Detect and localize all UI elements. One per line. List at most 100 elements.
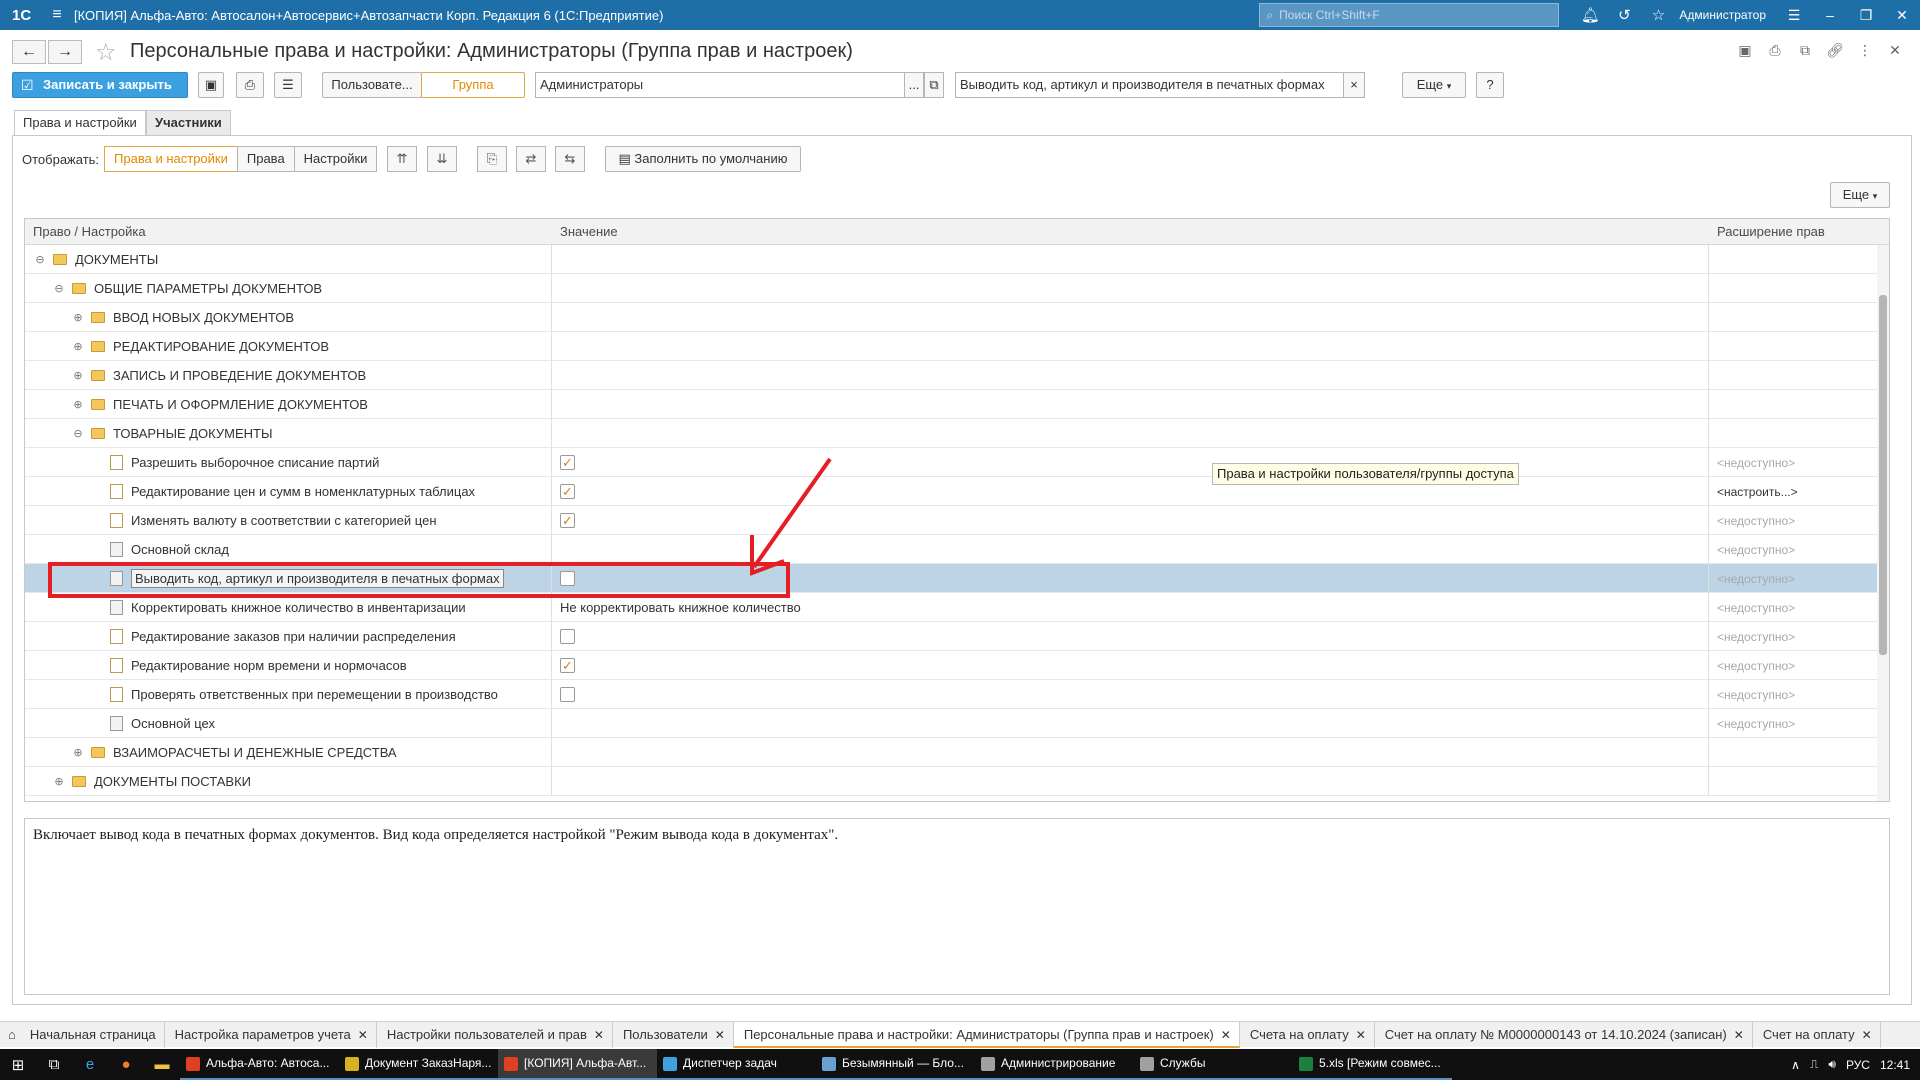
cell-value[interactable] — [552, 419, 1709, 448]
menu-icon[interactable]: ≡ — [40, 6, 74, 24]
taskbar-app[interactable]: Администрирование — [975, 1049, 1134, 1080]
cell-extension[interactable]: <недоступно> — [1709, 535, 1877, 564]
window-tab[interactable]: Счета на оплату ✕ — [1240, 1021, 1375, 1048]
table-row[interactable]: ⊖ ДОКУМЕНТЫ — [25, 245, 1877, 274]
filter-rights[interactable]: Права — [236, 146, 295, 172]
cell-name[interactable]: ⊕ ВВОД НОВЫХ ДОКУМЕНТОВ — [25, 303, 552, 332]
forward-arrow-icon[interactable]: → — [48, 40, 82, 64]
cell-name[interactable]: Проверять ответственных при перемещении … — [25, 680, 552, 709]
tab-participants[interactable]: Участники — [146, 110, 231, 136]
cell-value[interactable] — [552, 245, 1709, 274]
cell-extension[interactable] — [1709, 419, 1877, 448]
preview-icon[interactable]: ⧉ — [1790, 42, 1820, 59]
cell-value[interactable] — [552, 274, 1709, 303]
cell-name[interactable]: ⊖ ТОВАРНЫЕ ДОКУМЕНТЫ — [25, 419, 552, 448]
more-button[interactable]: Еще ▾ — [1402, 72, 1466, 98]
clock[interactable]: 12:41 — [1880, 1058, 1910, 1072]
cell-value[interactable] — [552, 361, 1709, 390]
save-close-button[interactable]: ☑ Записать и закрыть — [12, 72, 188, 98]
table-row[interactable]: ⊖ ТОВАРНЫЕ ДОКУМЕНТЫ — [25, 419, 1877, 448]
cell-value[interactable] — [552, 303, 1709, 332]
cell-extension[interactable] — [1709, 738, 1877, 767]
copy-button[interactable]: ⎘ — [477, 146, 507, 172]
cell-value[interactable] — [552, 738, 1709, 767]
cell-extension[interactable]: <недоступно> — [1709, 709, 1877, 738]
firefox-icon[interactable]: ● — [108, 1056, 144, 1073]
help-button[interactable]: ? — [1476, 72, 1504, 98]
start-icon[interactable]: ⊞ — [0, 1056, 36, 1074]
table-row[interactable]: ⊖ ОБЩИЕ ПАРАМЕТРЫ ДОКУМЕНТОВ — [25, 274, 1877, 303]
rights-search-field[interactable]: Выводить код, артикул и производителя в … — [955, 72, 1353, 98]
cell-extension[interactable]: <недоступно> — [1709, 622, 1877, 651]
cell-extension[interactable] — [1709, 274, 1877, 303]
cell-value[interactable] — [552, 709, 1709, 738]
cell-name[interactable]: ⊖ ДОКУМЕНТЫ — [25, 245, 552, 274]
fill-default-button[interactable]: ▤ Заполнить по умолчанию — [605, 146, 801, 172]
expand-icon[interactable]: ⊕ — [52, 775, 66, 788]
filter-settings[interactable]: Настройки — [293, 146, 378, 172]
table-row[interactable]: Редактирование норм времени и нормочасов… — [25, 651, 1877, 680]
expand-icon[interactable]: ⊕ — [71, 746, 85, 759]
close-tab-icon[interactable]: ✕ — [715, 1028, 725, 1042]
cell-extension[interactable] — [1709, 767, 1877, 796]
cell-extension[interactable] — [1709, 332, 1877, 361]
cell-name[interactable]: ⊕ ПЕЧАТЬ И ОФОРМЛЕНИЕ ДОКУМЕНТОВ — [25, 390, 552, 419]
cell-extension[interactable]: <настроить...> — [1709, 477, 1877, 506]
collapse-icon[interactable]: ⊖ — [71, 427, 85, 440]
cell-value[interactable] — [552, 390, 1709, 419]
checkbox-unchecked[interactable] — [560, 629, 575, 644]
cell-extension[interactable] — [1709, 390, 1877, 419]
table-row[interactable]: ⊕ ПЕЧАТЬ И ОФОРМЛЕНИЕ ДОКУМЕНТОВ — [25, 390, 1877, 419]
mode-user-button[interactable]: Пользовате... — [322, 72, 422, 98]
print-button[interactable]: ⎙ — [236, 72, 264, 98]
cell-name[interactable]: ⊖ ОБЩИЕ ПАРАМЕТРЫ ДОКУМЕНТОВ — [25, 274, 552, 303]
cell-extension[interactable] — [1709, 361, 1877, 390]
taskbar-app[interactable]: Диспетчер задач — [657, 1049, 816, 1080]
close-tab-icon[interactable]: ✕ — [358, 1028, 368, 1042]
table-row[interactable]: ⊕ ВЗАИМОРАСЧЕТЫ И ДЕНЕЖНЫЕ СРЕДСТВА — [25, 738, 1877, 767]
link-icon[interactable]: 🔗︎ — [1820, 42, 1850, 59]
checkbox-checked[interactable]: ✓ — [560, 513, 575, 528]
cell-extension[interactable] — [1709, 303, 1877, 332]
cell-value[interactable]: ✓ — [552, 506, 1709, 535]
table-row[interactable]: Редактирование цен и сумм в номенклатурн… — [25, 477, 1877, 506]
explorer-icon[interactable]: ▬ — [144, 1056, 180, 1073]
bell-icon[interactable]: 🔔︎ — [1573, 6, 1607, 24]
cell-name[interactable]: Разрешить выборочное списание партий — [25, 448, 552, 477]
restore-icon[interactable]: ❐ — [1848, 7, 1884, 24]
cell-name[interactable]: Редактирование заказов при наличии распр… — [25, 622, 552, 651]
cell-value[interactable] — [552, 535, 1709, 564]
column-extension-header[interactable]: Расширение прав — [1717, 224, 1825, 239]
cell-name[interactable]: Основной цех — [25, 709, 552, 738]
cell-value[interactable] — [552, 332, 1709, 361]
cell-name[interactable]: ⊕ ВЗАИМОРАСЧЕТЫ И ДЕНЕЖНЫЕ СРЕДСТВА — [25, 738, 552, 767]
cell-extension[interactable]: <недоступно> — [1709, 680, 1877, 709]
scrollbar-thumb[interactable] — [1879, 295, 1887, 655]
group-select-button[interactable]: ... — [904, 72, 924, 98]
close-tab-icon[interactable]: ✕ — [1356, 1028, 1366, 1042]
cell-name[interactable]: ⊕ РЕДАКТИРОВАНИЕ ДОКУМЕНТОВ — [25, 332, 552, 361]
save-icon[interactable]: ▣ — [1730, 42, 1760, 59]
taskbar-app[interactable]: Безымянный — Бло... — [816, 1049, 975, 1080]
cell-value[interactable] — [552, 680, 1709, 709]
cell-name[interactable]: Основной склад — [25, 535, 552, 564]
filter-rights-settings[interactable]: Права и настройки — [104, 146, 238, 172]
table-row[interactable]: Проверять ответственных при перемещении … — [25, 680, 1877, 709]
table-row[interactable]: Изменять валюту в соответствии с категор… — [25, 506, 1877, 535]
cell-value[interactable] — [552, 767, 1709, 796]
paste-button[interactable]: ⇆ — [555, 146, 585, 172]
expand-icon[interactable]: ⊕ — [71, 369, 85, 382]
tab-rights-settings[interactable]: Права и настройки — [14, 110, 146, 136]
cell-extension[interactable]: <недоступно> — [1709, 593, 1877, 622]
table-row[interactable]: ⊕ РЕДАКТИРОВАНИЕ ДОКУМЕНТОВ — [25, 332, 1877, 361]
expand-icon[interactable]: ⊕ — [71, 340, 85, 353]
collapse-icon[interactable]: ⊖ — [52, 282, 66, 295]
volume-icon[interactable]: 🔊︎ — [1828, 1057, 1836, 1072]
clear-search-button[interactable]: × — [1343, 72, 1365, 98]
cell-extension[interactable]: <недоступно> — [1709, 506, 1877, 535]
copy-from-button[interactable]: ⇄ — [516, 146, 546, 172]
cell-value[interactable] — [552, 622, 1709, 651]
taskbar-app[interactable]: [КОПИЯ] Альфа-Авт... — [498, 1049, 657, 1080]
more-vertical-icon[interactable]: ⋮ — [1850, 42, 1880, 59]
report-button[interactable]: ☰ — [274, 72, 302, 98]
